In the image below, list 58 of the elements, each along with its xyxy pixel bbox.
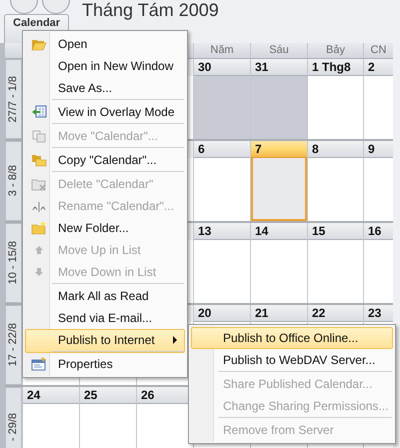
- day-cell[interactable]: [364, 240, 393, 303]
- menu-item[interactable]: Publish to WebDAV Server...: [191, 349, 393, 373]
- menu-item[interactable]: Copy "Calendar"...: [25, 149, 185, 173]
- day-header: Bảy: [326, 43, 345, 58]
- submenu-arrow-icon: [172, 336, 178, 344]
- week-label: 3 - 8/8: [6, 165, 20, 197]
- day-number: 2: [368, 60, 375, 74]
- week-label: 27/7 - 1/8: [6, 76, 20, 122]
- menu-item[interactable]: Open in New Window: [25, 55, 185, 77]
- window-title: Tháng Tám 2009: [82, 0, 219, 20]
- day-number: 31: [255, 60, 268, 74]
- day-cell[interactable]: [194, 240, 250, 303]
- day-cell[interactable]: [251, 76, 307, 139]
- properties-icon: [31, 356, 47, 372]
- day-number: 1 Thg8: [312, 60, 351, 74]
- calendar-arrow-icon: [31, 104, 47, 120]
- day-number: 6: [198, 142, 205, 156]
- day-header: CN: [370, 43, 386, 58]
- menu-item[interactable]: New Folder...: [25, 217, 185, 239]
- folders-icon: [31, 152, 47, 168]
- day-cell[interactable]: [194, 76, 250, 139]
- day-number: 13: [198, 224, 212, 238]
- new-folder-icon: [31, 220, 47, 236]
- menu-item[interactable]: Publish to Office Online...: [191, 327, 393, 349]
- day-number: 16: [368, 224, 382, 238]
- day-cell[interactable]: [194, 158, 250, 221]
- day-number: 21: [255, 306, 268, 320]
- day-number: 23: [368, 306, 382, 320]
- week-label: - 29/8: [6, 412, 20, 442]
- menu-item[interactable]: Publish to Internet: [25, 329, 185, 353]
- day-header: Sáu: [269, 43, 289, 58]
- day-number: 22: [312, 306, 326, 320]
- day-cell[interactable]: [364, 158, 393, 221]
- day-number: 25: [84, 388, 98, 402]
- day-cell[interactable]: [308, 240, 363, 303]
- documents-icon: [31, 128, 47, 144]
- day-cell[interactable]: [308, 158, 363, 221]
- day-number: 8: [312, 142, 319, 156]
- week-label: 17 - 22/8: [6, 323, 20, 367]
- day-cell[interactable]: [308, 76, 363, 139]
- day-number: 15: [312, 224, 326, 238]
- menu-item[interactable]: Save As...: [25, 77, 185, 101]
- day-number: 9: [368, 142, 375, 156]
- day-number: 20: [198, 306, 212, 320]
- day-number: 7: [255, 142, 262, 156]
- day-number: 30: [198, 60, 212, 74]
- day-number: 26: [141, 388, 154, 402]
- day-cell[interactable]: [251, 240, 307, 303]
- day-cell[interactable]: [364, 76, 393, 139]
- menu-item[interactable]: Send via E-mail...: [25, 307, 185, 329]
- day-header: Năm: [210, 43, 234, 58]
- menu-item[interactable]: Properties: [25, 353, 185, 375]
- day-number: 24: [27, 388, 40, 402]
- menu-item[interactable]: Mark All as Read: [25, 285, 185, 307]
- menu-item[interactable]: View in Overlay Mode: [25, 101, 185, 125]
- day-cell[interactable]: [251, 158, 307, 221]
- week-label: 10 - 15/8: [6, 241, 20, 285]
- day-number: 14: [255, 224, 268, 238]
